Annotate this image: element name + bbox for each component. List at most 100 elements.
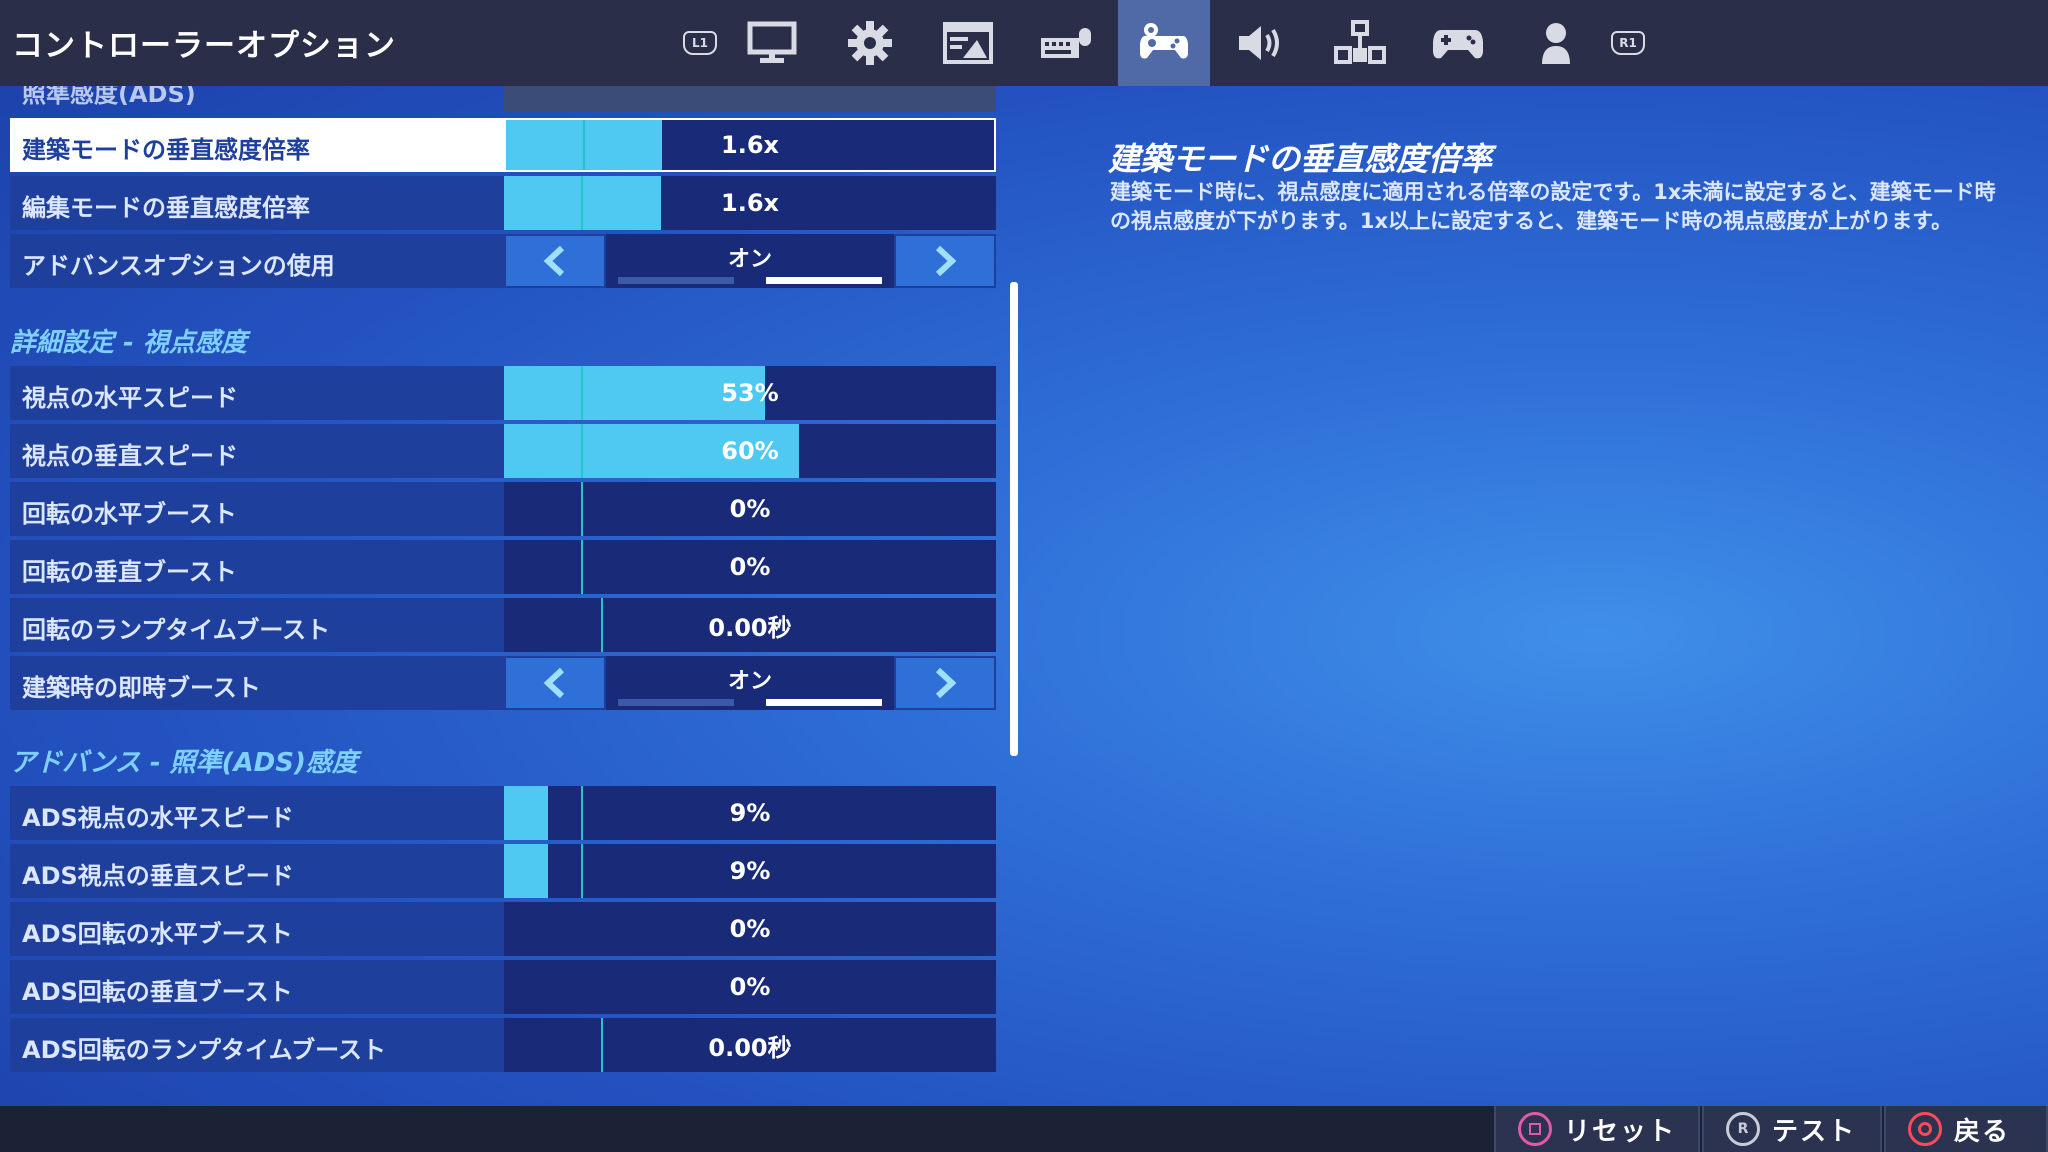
arrow-right-button[interactable] [896,658,994,708]
settings-row-look-horizontal-speed[interactable]: 視点の水平スピード 53% [10,366,996,420]
tab-display[interactable] [726,0,818,86]
settings-list: 照準感度(ADS) 建築モードの垂直感度倍率 1.6x 編集モードの垂直感度倍率… [10,86,996,1106]
toggle-on-bar [766,277,882,284]
bottom-bar: リセット R テスト 戻る [0,1106,2048,1152]
section-header-ads-sensitivity: アドバンス - 照準(ADS)感度 [10,748,358,778]
settings-row-ads-vertical-speed[interactable]: ADS視点の垂直スピード 9% [10,844,996,898]
slider-track[interactable]: 0.00秒 [504,1018,996,1072]
tab-accessibility[interactable] [1314,0,1406,86]
slider-track[interactable]: 9% [504,844,996,898]
slider-track[interactable]: 0% [504,960,996,1014]
reset-button[interactable]: リセット [1494,1106,1700,1152]
gamepad-icon [1433,30,1483,59]
setting-label: 照準感度(ADS) [22,86,196,108]
brightness-icon [943,22,993,64]
section-header-look-sensitivity: 詳細設定 - 視点感度 [10,328,247,358]
settings-row-ads-turn-vertical-boost[interactable]: ADS回転の垂直ブースト 0% [10,960,996,1014]
toggle-control[interactable]: オン [504,234,996,288]
settings-row-advanced-options[interactable]: アドバンスオプションの使用 オン [10,234,996,288]
monitor-icon [747,21,797,63]
setting-label: 編集モードの垂直感度倍率 [22,194,310,222]
toggle-value: オン [727,669,772,694]
settings-row-instant-build-boost[interactable]: 建築時の即時ブースト オン [10,656,996,710]
toggle-value: オン [727,247,772,272]
slider-track[interactable]: 60% [504,424,996,478]
keyboard-mouse-icon [1041,28,1091,58]
chevron-left-icon [543,667,565,699]
settings-row-look-vertical-speed[interactable]: 視点の垂直スピード 60% [10,424,996,478]
tab-brightness[interactable] [922,0,1014,86]
test-button[interactable]: R テスト [1702,1106,1882,1152]
setting-label: 回転の垂直ブースト [22,558,237,586]
toggle-control[interactable]: オン [504,656,996,710]
detail-title: 建築モードの垂直感度倍率 [1108,140,1493,178]
setting-label: 建築モードの垂直感度倍率 [22,136,310,164]
slider-track[interactable]: 1.6x [504,176,996,230]
tab-controller-options[interactable] [1118,0,1210,86]
scrollbar-thumb[interactable] [1010,282,1018,756]
slider-track[interactable]: 0% [504,540,996,594]
setting-label: ADS視点の垂直スピード [22,862,294,890]
setting-label: 視点の垂直スピード [22,442,238,470]
setting-label: 回転のランプタイムブースト [22,616,331,644]
settings-row-partial[interactable]: 照準感度(ADS) [10,86,996,112]
setting-label: ADS回転の水平ブースト [22,920,293,948]
blocks-icon [1334,20,1386,64]
settings-row-turn-horizontal-boost[interactable]: 回転の水平ブースト 0% [10,482,996,536]
r-stick-icon: R [1726,1112,1760,1146]
tab-controller[interactable] [1412,0,1504,86]
detail-description: 建築モード時に、視点感度に適用される倍率の設定です。1x未満に設定すると、建築モ… [1110,180,1996,233]
toggle-off-bar [618,277,734,284]
settings-row-ads-turn-ramp-time[interactable]: ADS回転のランプタイムブースト 0.00秒 [10,1018,996,1072]
arrow-right-button[interactable] [896,236,994,286]
arrow-left-button[interactable] [506,236,604,286]
tab-game[interactable] [824,0,916,86]
reset-label: リセット [1564,1116,1677,1147]
tab-keyboard-mouse[interactable] [1020,0,1112,86]
slider-value: 53% [721,379,779,407]
person-icon [1542,23,1570,64]
slider-track[interactable]: 9% [504,786,996,840]
r1-indicator: R1 [1582,0,1674,86]
partial-control[interactable] [504,86,996,112]
slider-track[interactable]: 53% [504,366,996,420]
chevron-left-icon [543,245,565,277]
arrow-left-button[interactable] [506,658,604,708]
toggle-value-box: オン [606,656,894,710]
settings-row-build-vertical-multiplier[interactable]: 建築モードの垂直感度倍率 1.6x [10,118,996,172]
setting-label: ADS回転の垂直ブースト [22,978,293,1006]
settings-row-ads-turn-horizontal-boost[interactable]: ADS回転の水平ブースト 0% [10,902,996,956]
slider-track[interactable]: 1.6x [504,118,996,172]
chevron-right-icon [935,667,957,699]
test-label: テスト [1772,1116,1857,1147]
settings-row-turn-vertical-boost[interactable]: 回転の垂直ブースト 0% [10,540,996,594]
slider-value: 9% [729,857,771,885]
slider-value: 9% [729,799,771,827]
slider-value: 1.6x [721,189,779,217]
back-button[interactable]: 戻る [1884,1106,2048,1152]
slider-value: 0% [729,973,771,1001]
slider-track[interactable]: 0.00秒 [504,598,996,652]
l1-icon: L1 [683,31,717,55]
settings-row-turn-ramp-time[interactable]: 回転のランプタイムブースト 0.00秒 [10,598,996,652]
setting-label: 建築時の即時ブースト [22,674,261,702]
setting-label: 回転の水平ブースト [22,500,237,528]
setting-label: ADS回転のランプタイムブースト [22,1036,386,1064]
slider-value: 0% [729,495,771,523]
square-button-icon [1518,1112,1552,1146]
chevron-right-icon [935,245,957,277]
toggle-off-bar [618,699,734,706]
slider-track[interactable]: 0% [504,482,996,536]
slider-value: 60% [721,437,779,465]
slider-track[interactable]: 0% [504,902,996,956]
slider-value: 0.00秒 [708,613,792,642]
slider-value: 0% [729,553,771,581]
settings-row-ads-horizontal-speed[interactable]: ADS視点の水平スピード 9% [10,786,996,840]
slider-value: 1.6x [721,131,779,159]
toggle-value-box: オン [606,234,894,288]
settings-row-edit-vertical-multiplier[interactable]: 編集モードの垂直感度倍率 1.6x [10,176,996,230]
r1-icon: R1 [1611,31,1645,55]
speaker-icon [1239,26,1279,60]
toggle-on-bar [766,699,882,706]
tab-audio[interactable] [1216,0,1308,86]
